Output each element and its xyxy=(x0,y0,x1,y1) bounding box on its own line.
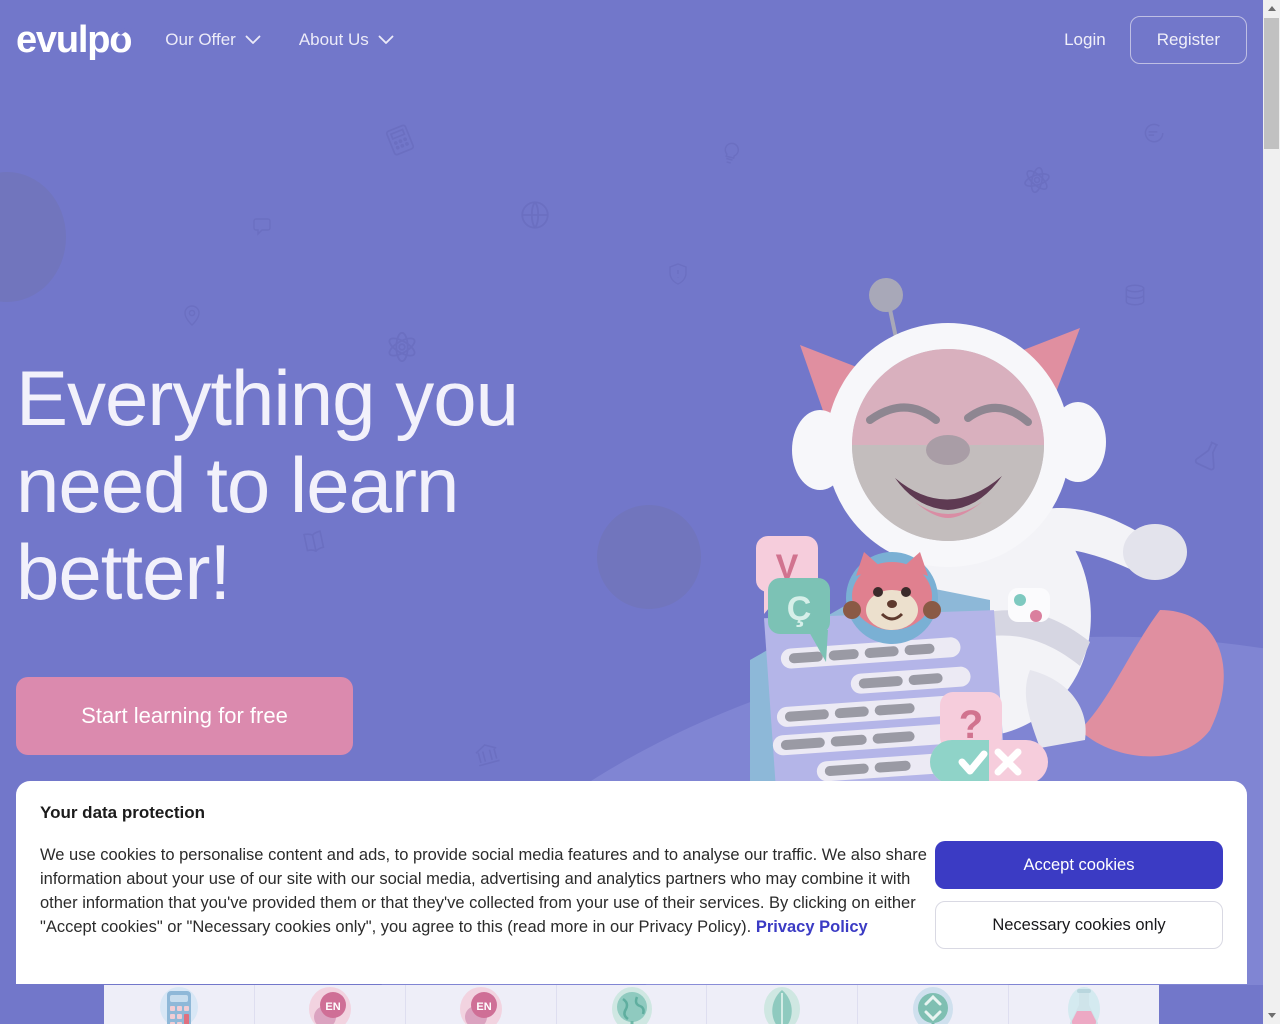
speech-bubble-en-icon: EN xyxy=(459,987,503,1024)
speech-bubble-icon xyxy=(248,215,272,239)
chevron-down-icon xyxy=(378,30,394,50)
cookie-actions: Accept cookies Necessary cookies only xyxy=(935,803,1223,984)
cookie-consent-banner: Your data protection We use cookies to p… xyxy=(16,781,1247,984)
atom-icon xyxy=(1018,161,1056,199)
mascot-illustration: V Ç ? xyxy=(740,270,1263,790)
cookie-banner-body: We use cookies to personalise content an… xyxy=(40,843,930,939)
speech-bubble-icon xyxy=(1140,120,1166,146)
globe-icon xyxy=(611,987,653,1024)
cookie-text-block: Your data protection We use cookies to p… xyxy=(40,803,930,984)
subject-tile-english-2[interactable]: EN xyxy=(406,985,557,1024)
subject-tile-environment[interactable] xyxy=(858,985,1010,1024)
svg-text:EN: EN xyxy=(476,1001,491,1013)
location-pin-icon xyxy=(180,303,204,327)
calculator-icon xyxy=(380,120,419,159)
logo-swoosh-icon xyxy=(117,21,133,59)
scroll-up-button[interactable] xyxy=(1263,0,1280,17)
primary-nav: Our Offer About Us xyxy=(165,30,394,50)
triangle-up-icon xyxy=(1267,6,1276,11)
necessary-cookies-button[interactable]: Necessary cookies only xyxy=(935,901,1223,949)
site-header: evulpo Our Offer About Us Login Register xyxy=(0,0,1263,79)
leaf-icon xyxy=(762,987,802,1024)
register-button[interactable]: Register xyxy=(1129,15,1247,64)
accept-cookies-button[interactable]: Accept cookies xyxy=(935,841,1223,889)
bank-icon xyxy=(470,737,504,771)
chevron-down-icon xyxy=(245,30,261,50)
start-learning-button[interactable]: Start learning for free xyxy=(16,677,353,755)
flask-icon xyxy=(1065,987,1103,1024)
globe-icon xyxy=(518,198,552,232)
headline-line-1: Everything you xyxy=(16,354,519,442)
lightbulb-icon xyxy=(715,137,747,169)
headline-line-3: better! xyxy=(16,528,231,616)
triangle-down-icon xyxy=(1267,1013,1276,1018)
privacy-policy-link[interactable]: Privacy Policy xyxy=(756,918,868,936)
shield-alert-icon xyxy=(666,262,690,286)
scrollbar-thumb[interactable] xyxy=(1264,18,1279,149)
nav-item-label: About Us xyxy=(298,29,369,49)
subject-tile-mathematics[interactable] xyxy=(104,985,255,1024)
calculator-icon xyxy=(159,987,199,1024)
login-link[interactable]: Login xyxy=(1064,30,1106,50)
svg-text:Ç: Ç xyxy=(787,590,812,628)
nav-item-about-us[interactable]: About Us xyxy=(299,30,394,50)
vertical-scrollbar[interactable] xyxy=(1263,0,1280,1024)
recycle-globe-icon xyxy=(912,987,954,1024)
headline-line-2: need to learn xyxy=(16,441,459,529)
scroll-down-button[interactable] xyxy=(1263,1007,1280,1024)
subject-tile-english-1[interactable]: EN xyxy=(255,985,406,1024)
hero-headline: Everything you need to learn better! xyxy=(16,355,636,616)
nav-item-our-offer[interactable]: Our Offer xyxy=(165,30,261,50)
subject-tile-geography[interactable] xyxy=(557,985,708,1024)
nav-item-label: Our Offer xyxy=(165,29,236,49)
svg-text:EN: EN xyxy=(325,1001,340,1013)
page-viewport: V Ç ? Everything you need to learn bette… xyxy=(0,0,1263,1024)
logo-text: evulpo xyxy=(16,18,132,61)
subject-tile-chemistry[interactable] xyxy=(1009,985,1159,1024)
cookie-banner-title: Your data protection xyxy=(40,803,205,822)
decorative-circle-left xyxy=(0,172,66,302)
subject-tile-biology[interactable] xyxy=(707,985,859,1024)
site-logo[interactable]: evulpo xyxy=(16,21,133,59)
subjects-strip: EN EN xyxy=(104,985,1159,1024)
speech-bubble-en-icon: EN xyxy=(308,987,352,1024)
